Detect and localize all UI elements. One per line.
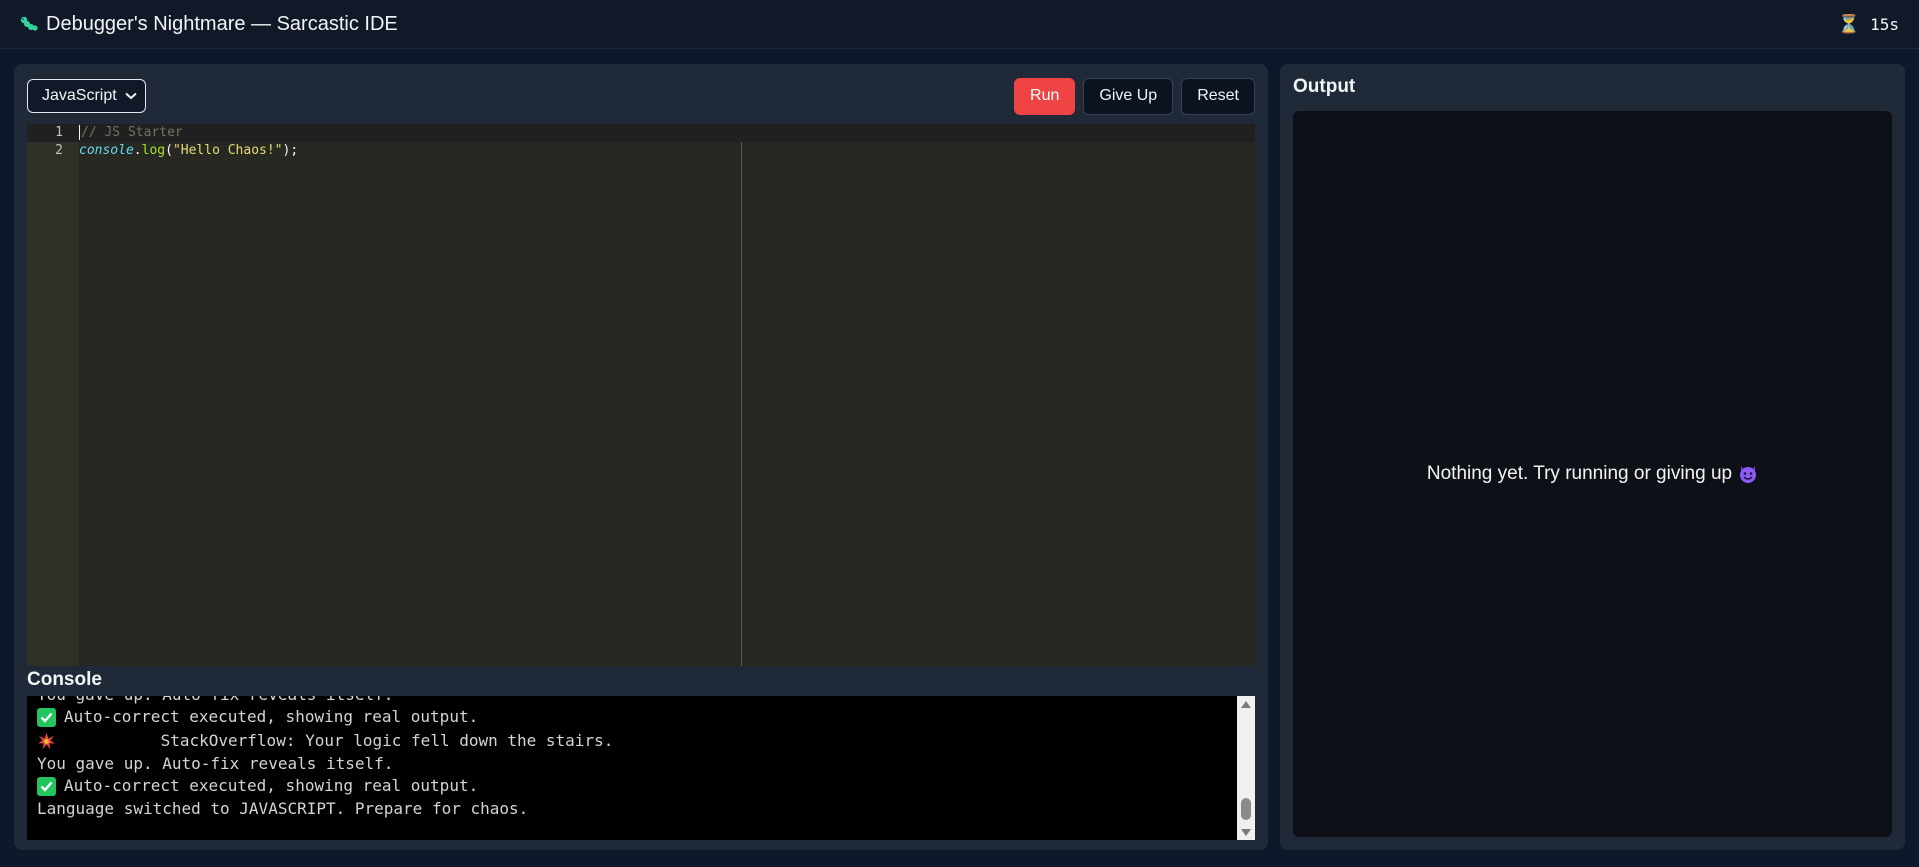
code-line[interactable]: 1 // JS Starter — [27, 124, 1255, 142]
code-paren-open: ( — [165, 143, 173, 158]
output-box: Nothing yet. Try running or giving up — [1293, 111, 1892, 837]
scroll-down-arrow-icon[interactable] — [1237, 824, 1255, 840]
code-object: console — [79, 143, 134, 158]
console-title: Console — [27, 669, 102, 690]
smiling-devil-icon — [1738, 464, 1758, 484]
console-line: StackOverflow: Your logic fell down the … — [37, 729, 1231, 753]
run-button[interactable]: Run — [1014, 77, 1076, 115]
console-line: You gave up. Auto-fix reveals itself. — [37, 696, 1231, 705]
console-lines: You gave up. Auto-fix reveals itself. Au… — [37, 696, 1231, 819]
action-buttons: Run Give Up Reset — [1014, 77, 1255, 115]
code-comment: // JS Starter — [81, 125, 183, 140]
code-line[interactable]: 2 console.log("Hello Chaos!"); — [27, 142, 1255, 160]
chevron-down-icon — [125, 92, 137, 100]
editor-toolbar: JavaScript Run Give Up Reset — [27, 77, 1255, 115]
hourglass-icon: ⏳ — [1837, 13, 1861, 35]
console-line: Auto-correct executed, showing real outp… — [37, 774, 1231, 798]
language-select[interactable]: JavaScript — [27, 79, 146, 113]
scrollbar-thumb[interactable] — [1241, 798, 1251, 820]
scroll-up-arrow-icon[interactable] — [1237, 696, 1255, 712]
console-line-text: You gave up. Auto-fix reveals itself. — [37, 754, 394, 773]
output-title: Output — [1293, 76, 1356, 97]
workspace: JavaScript Run Give Up Reset 1 // JS Sta… — [14, 64, 1905, 853]
line-number: 1 — [55, 125, 63, 140]
console-line: You gave up. Auto-fix reveals itself. — [37, 753, 1231, 774]
code-function: log — [141, 143, 166, 158]
caterpillar-icon — [20, 16, 38, 32]
timer: ⏳ 15s — [1838, 14, 1899, 35]
brand: Debugger's Nightmare — Sarcastic IDE — [20, 13, 398, 36]
print-margin — [741, 142, 742, 666]
reset-button[interactable]: Reset — [1181, 77, 1255, 115]
top-bar: Debugger's Nightmare — Sarcastic IDE ⏳ 1… — [0, 0, 1919, 49]
console-scrollbar[interactable] — [1237, 696, 1255, 840]
give-up-button[interactable]: Give Up — [1083, 77, 1174, 115]
code-string: "Hello Chaos!" — [172, 143, 283, 158]
console-output[interactable]: You gave up. Auto-fix reveals itself. Au… — [27, 696, 1255, 840]
code-paren-close: ); — [282, 143, 299, 158]
app-title: Debugger's Nightmare — Sarcastic IDE — [46, 12, 398, 35]
code-dot: . — [133, 143, 142, 158]
line-number-gutter — [27, 124, 79, 666]
console-line-text: StackOverflow: Your logic fell down the … — [160, 731, 614, 750]
timer-value: 15s — [1870, 14, 1899, 34]
console-line: Auto-correct executed, showing real outp… — [37, 705, 1231, 729]
code-text: // JS Starter — [79, 124, 183, 142]
language-select-value: JavaScript — [42, 87, 117, 104]
console-line-text: Language switched to JAVASCRIPT. Prepare… — [37, 799, 529, 818]
editor-panel: JavaScript Run Give Up Reset 1 // JS Sta… — [14, 64, 1268, 850]
output-message: Nothing yet. Try running or giving up — [1426, 463, 1733, 484]
line-number: 2 — [55, 143, 63, 158]
code-text: console.log("Hello Chaos!"); — [79, 142, 298, 160]
console-line-text: Auto-correct executed, showing real outp… — [64, 776, 479, 795]
output-placeholder: Nothing yet. Try running or giving up — [1427, 463, 1758, 485]
code-editor[interactable]: 1 // JS Starter 2 console.log("Hello Cha… — [27, 124, 1255, 666]
text-cursor — [79, 125, 80, 140]
output-panel: Output Nothing yet. Try running or givin… — [1280, 64, 1905, 850]
check-icon — [37, 776, 56, 796]
console-line: Language switched to JAVASCRIPT. Prepare… — [37, 798, 1231, 819]
